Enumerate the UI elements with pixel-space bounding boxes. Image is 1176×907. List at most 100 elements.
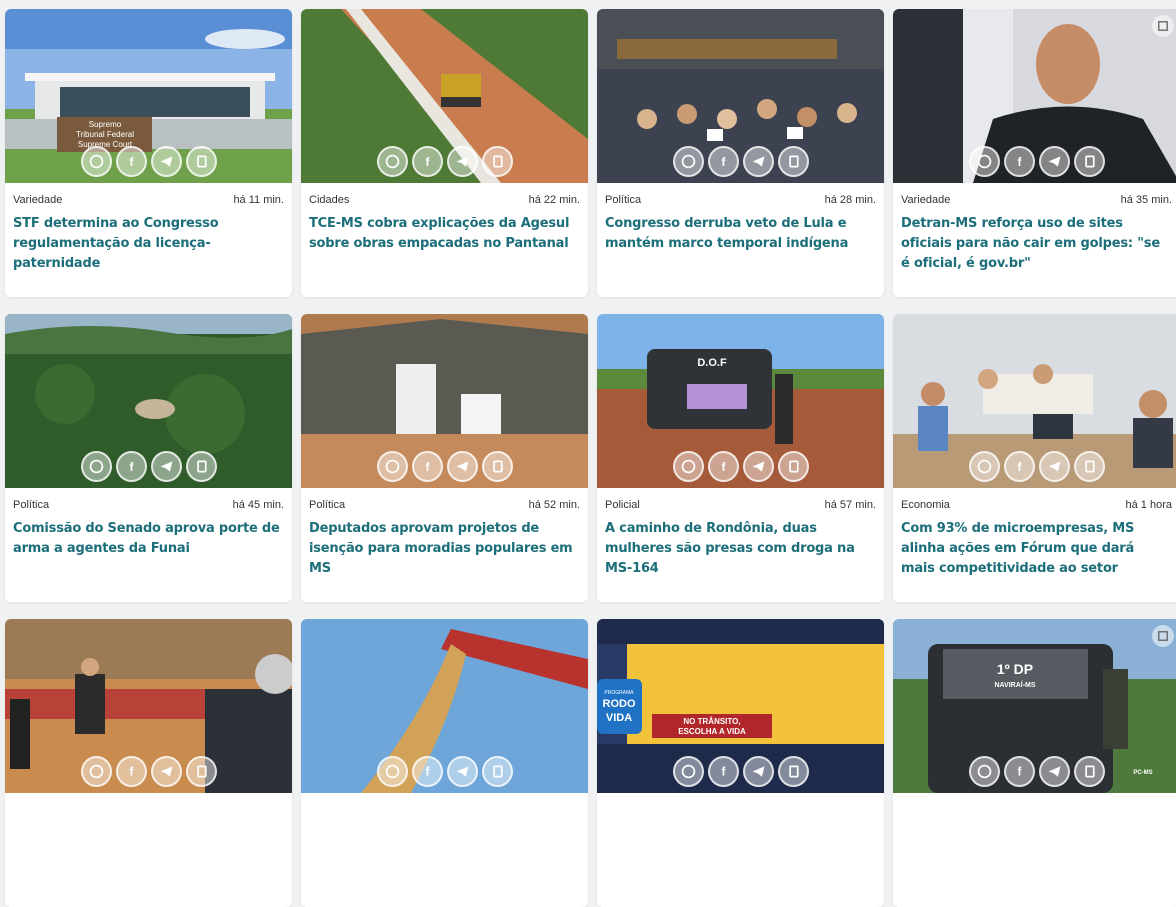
facebook-icon[interactable]: f <box>115 451 147 482</box>
copy-link-icon[interactable] <box>185 451 217 482</box>
category-label[interactable]: Política <box>309 499 345 511</box>
news-card[interactable]: Supremo Tribunal Federal Supreme Court f… <box>5 9 292 297</box>
whatsapp-icon[interactable] <box>80 146 112 177</box>
category-label[interactable]: Economia <box>901 499 950 511</box>
category-label[interactable]: Variedade <box>901 194 950 206</box>
copy-link-icon[interactable] <box>185 146 217 177</box>
news-card[interactable]: f Economia há 1 hora Com 93% de microemp… <box>893 314 1176 602</box>
facebook-icon[interactable]: f <box>1003 146 1035 177</box>
news-card[interactable]: f Política há 45 min. Comissão do Senado… <box>5 314 292 602</box>
news-image[interactable]: D.O.F f <box>597 314 884 488</box>
headline[interactable]: TCE-MS cobra explicações da Agesul sobre… <box>301 206 588 254</box>
whatsapp-icon[interactable] <box>80 756 112 787</box>
whatsapp-icon[interactable] <box>376 756 408 787</box>
news-image[interactable]: 1º DP NAVIRAÍ-MS PC-MS f <box>893 619 1176 793</box>
telegram-icon[interactable] <box>150 756 182 787</box>
copy-link-icon[interactable] <box>1073 146 1105 177</box>
news-image[interactable]: f <box>301 619 588 793</box>
zoom-icon[interactable] <box>1152 625 1174 647</box>
share-bar: f <box>301 451 588 482</box>
news-image[interactable]: f <box>5 619 292 793</box>
telegram-icon[interactable] <box>150 146 182 177</box>
news-card[interactable]: f Variedade há 35 min. Detran-MS reforça… <box>893 9 1176 297</box>
category-label[interactable]: Política <box>605 194 641 206</box>
facebook-icon[interactable]: f <box>707 146 739 177</box>
share-bar: f <box>893 756 1176 787</box>
copy-link-icon[interactable] <box>777 146 809 177</box>
telegram-icon[interactable] <box>742 451 774 482</box>
news-card[interactable]: f Política há 52 min. Deputados aprovam … <box>301 314 588 602</box>
copy-link-icon[interactable] <box>777 756 809 787</box>
news-image[interactable]: Supremo Tribunal Federal Supreme Court f <box>5 9 292 183</box>
timestamp: há 57 min. <box>824 499 876 511</box>
news-card[interactable]: f Política há 28 min. Congresso derruba … <box>597 9 884 297</box>
headline[interactable]: Deputados aprovam projetos de isenção pa… <box>301 511 588 579</box>
news-image[interactable]: f <box>893 314 1176 488</box>
telegram-icon[interactable] <box>150 451 182 482</box>
share-bar: f <box>301 146 588 177</box>
headline[interactable]: Congresso derruba veto de Lula e mantém … <box>597 206 884 254</box>
facebook-icon[interactable]: f <box>1003 756 1035 787</box>
sign-text: Tribunal Federal <box>76 130 134 139</box>
headline[interactable]: A caminho de Rondônia, duas mulheres são… <box>597 511 884 579</box>
whatsapp-icon[interactable] <box>672 451 704 482</box>
facebook-icon[interactable]: f <box>707 756 739 787</box>
copy-link-icon[interactable] <box>1073 756 1105 787</box>
copy-link-icon[interactable] <box>1073 451 1105 482</box>
telegram-icon[interactable] <box>446 451 478 482</box>
whatsapp-icon[interactable] <box>968 756 1000 787</box>
telegram-icon[interactable] <box>1038 756 1070 787</box>
copy-link-icon[interactable] <box>481 451 513 482</box>
whatsapp-icon[interactable] <box>376 146 408 177</box>
news-card[interactable]: f <box>301 619 588 907</box>
copy-link-icon[interactable] <box>481 756 513 787</box>
telegram-icon[interactable] <box>446 756 478 787</box>
copy-link-icon[interactable] <box>185 756 217 787</box>
whatsapp-icon[interactable] <box>376 451 408 482</box>
telegram-icon[interactable] <box>742 146 774 177</box>
whatsapp-icon[interactable] <box>672 146 704 177</box>
facebook-icon[interactable]: f <box>411 451 443 482</box>
zoom-icon[interactable] <box>1152 15 1174 37</box>
facebook-icon[interactable]: f <box>1003 451 1035 482</box>
copy-link-icon[interactable] <box>777 451 809 482</box>
news-image[interactable]: f <box>5 314 292 488</box>
news-image[interactable]: PROGRAMA RODO VIDA NO TRÂNSITO, ESCOLHA … <box>597 619 884 793</box>
news-image[interactable]: f <box>301 9 588 183</box>
headline[interactable]: Detran-MS reforça uso de sites oficiais … <box>893 206 1176 274</box>
news-image[interactable]: f <box>893 9 1176 183</box>
news-card[interactable]: f <box>5 619 292 907</box>
telegram-icon[interactable] <box>446 146 478 177</box>
whatsapp-icon[interactable] <box>968 146 1000 177</box>
category-label[interactable]: Política <box>13 499 49 511</box>
telegram-icon[interactable] <box>742 756 774 787</box>
telegram-icon[interactable] <box>1038 146 1070 177</box>
news-card[interactable]: f Cidades há 22 min. TCE-MS cobra explic… <box>301 9 588 297</box>
svg-text:f: f <box>1017 155 1021 169</box>
facebook-icon[interactable]: f <box>411 146 443 177</box>
category-label[interactable]: Policial <box>605 499 640 511</box>
news-card[interactable]: D.O.F f Policial há 57 min. A caminho de… <box>597 314 884 602</box>
category-label[interactable]: Variedade <box>13 194 62 206</box>
share-bar: f <box>5 146 292 177</box>
headline[interactable]: Comissão do Senado aprova porte de arma … <box>5 511 292 559</box>
news-card[interactable]: 1º DP NAVIRAÍ-MS PC-MS f <box>893 619 1176 907</box>
headline[interactable]: STF determina ao Congresso regulamentaçã… <box>5 206 292 274</box>
news-image[interactable]: f <box>597 9 884 183</box>
telegram-icon[interactable] <box>1038 451 1070 482</box>
headline[interactable]: Com 93% de microempresas, MS alinha açõe… <box>893 511 1176 579</box>
news-image[interactable]: f <box>301 314 588 488</box>
copy-link-icon[interactable] <box>481 146 513 177</box>
whatsapp-icon[interactable] <box>80 451 112 482</box>
facebook-icon[interactable]: f <box>115 756 147 787</box>
banner-text: RODO <box>603 698 636 710</box>
card-meta: Política há 52 min. <box>301 488 588 511</box>
facebook-icon[interactable]: f <box>707 451 739 482</box>
card-meta: Economia há 1 hora <box>893 488 1176 511</box>
whatsapp-icon[interactable] <box>968 451 1000 482</box>
facebook-icon[interactable]: f <box>115 146 147 177</box>
news-card[interactable]: PROGRAMA RODO VIDA NO TRÂNSITO, ESCOLHA … <box>597 619 884 907</box>
whatsapp-icon[interactable] <box>672 756 704 787</box>
category-label[interactable]: Cidades <box>309 194 349 206</box>
facebook-icon[interactable]: f <box>411 756 443 787</box>
